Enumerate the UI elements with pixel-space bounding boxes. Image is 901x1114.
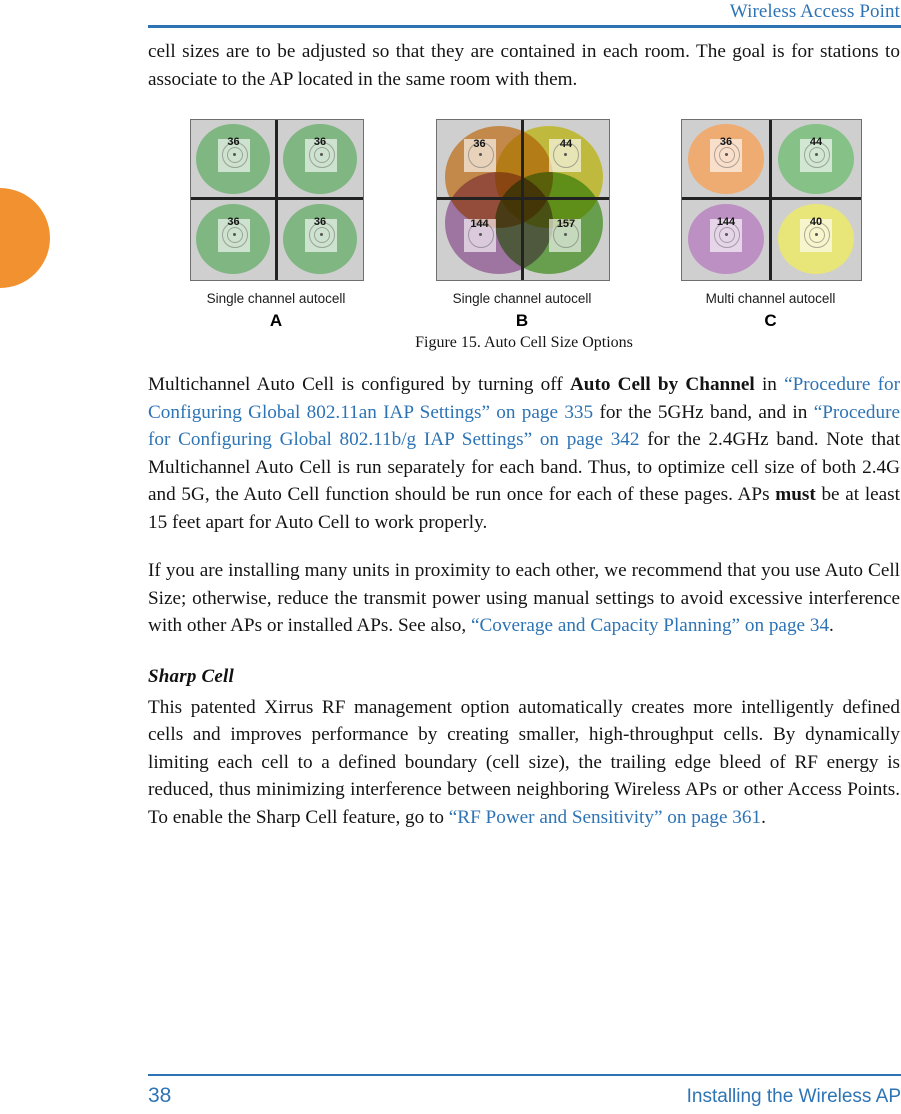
bold-must: must (775, 484, 816, 505)
room-divider-horizontal (191, 197, 363, 200)
room-top-left (193, 122, 274, 197)
ap-center-dot (564, 153, 567, 156)
room-bottom-left (193, 202, 274, 277)
channel-label: 36 (719, 136, 733, 148)
room-top-left (684, 122, 768, 197)
figure-panel-c: 36 44 144 40 Multi channel autocell C (681, 119, 862, 330)
room-divider-horizontal (682, 197, 861, 200)
page-footer: 38 Installing the Wireless AP (148, 1074, 901, 1108)
channel-label: 36 (313, 216, 327, 228)
figure-panel-b: 36 44 144 157 Single channel autocell B (436, 119, 610, 330)
page-content: cell sizes are to be adjusted so that th… (148, 38, 900, 831)
room-divider-vertical (769, 120, 772, 280)
room-divider-vertical (521, 120, 524, 280)
channel-label: 36 (227, 216, 240, 228)
header-title: Wireless Access Point (729, 1, 900, 22)
panel-caption: Single channel autocell (206, 291, 346, 306)
ap-center-dot (233, 153, 236, 156)
header-divider (148, 25, 901, 28)
channel-label: 44 (809, 136, 823, 148)
room-top-right (279, 122, 361, 197)
ap-center-dot (320, 153, 323, 156)
paragraph-intro: cell sizes are to be adjusted so that th… (148, 41, 900, 90)
footer-page-number: 38 (148, 1084, 172, 1107)
channel-label: 36 (227, 136, 240, 148)
room-bottom-right (279, 202, 361, 277)
ap-center-dot (725, 153, 728, 156)
channel-label: 144 (470, 218, 489, 230)
figure-panel-a: 36 36 36 36 Single channel autocell A (190, 119, 364, 330)
diagram-a: 36 36 36 36 (190, 119, 364, 281)
page-header: Wireless Access Point (148, 0, 901, 28)
text-segment: . (761, 806, 766, 828)
text-segment: Multichannel Auto Cell is configured by … (148, 374, 570, 395)
heading-sharp-cell: Sharp Cell (148, 665, 234, 687)
text-segment: for the 5GHz band, and in (593, 401, 814, 423)
figure-auto-cell-size-options: 36 36 36 36 Single channel autocell A 36… (148, 119, 900, 371)
footer-row: 38 Installing the Wireless AP (148, 1084, 901, 1108)
text-segment: . (829, 615, 834, 636)
ap-center-dot (725, 233, 728, 236)
panel-caption: Multi channel autocell (705, 291, 836, 306)
channel-label: 36 (313, 136, 327, 148)
ap-center-dot (233, 233, 236, 236)
link-rf-power-sensitivity[interactable]: “RF Power and Sensitivity” on page 361 (449, 807, 761, 828)
ap-center-dot (320, 233, 323, 236)
text-segment: in (754, 374, 785, 395)
paragraph-proximity: If you are installing many units in prox… (148, 557, 900, 640)
paragraph-sharp-cell: This patented Xirrus RF management optio… (148, 694, 900, 832)
room-bottom-left (684, 202, 768, 277)
diagram-b: 36 44 144 157 (436, 119, 610, 281)
channel-label: 157 (556, 218, 576, 230)
channel-label: 36 (473, 138, 486, 150)
ap-center-dot (479, 233, 482, 236)
footer-divider (148, 1074, 901, 1076)
channel-label: 44 (559, 138, 573, 150)
ap-center-dot (815, 233, 818, 236)
bold-auto-cell-by-channel: Auto Cell by Channel (569, 374, 755, 395)
channel-label: 40 (809, 216, 823, 228)
ap-center-dot (479, 153, 482, 156)
footer-section-title: Installing the Wireless AP (686, 1086, 901, 1107)
paragraph-multichannel: Multichannel Auto Cell is configured by … (148, 371, 900, 536)
figure-panels: 36 36 36 36 Single channel autocell A 36… (148, 119, 900, 334)
link-coverage-capacity-planning[interactable]: “Coverage and Capacity Planning” on page… (471, 615, 829, 636)
room-divider-horizontal (437, 197, 609, 200)
ap-center-dot (815, 153, 818, 156)
room-divider-vertical (275, 120, 278, 280)
ap-center-dot (564, 233, 567, 236)
panel-caption: Single channel autocell (452, 291, 592, 306)
panel-letter: B (515, 311, 529, 330)
panel-letter: A (269, 311, 283, 330)
panel-letter: C (764, 311, 777, 330)
room-top-right (773, 122, 859, 197)
figure-caption: Figure 15. Auto Cell Size Options (415, 334, 633, 351)
diagram-c: 36 44 144 40 (681, 119, 862, 281)
room-bottom-right (773, 202, 859, 277)
thumb-tab-marker (0, 188, 50, 288)
channel-label: 144 (716, 216, 736, 228)
